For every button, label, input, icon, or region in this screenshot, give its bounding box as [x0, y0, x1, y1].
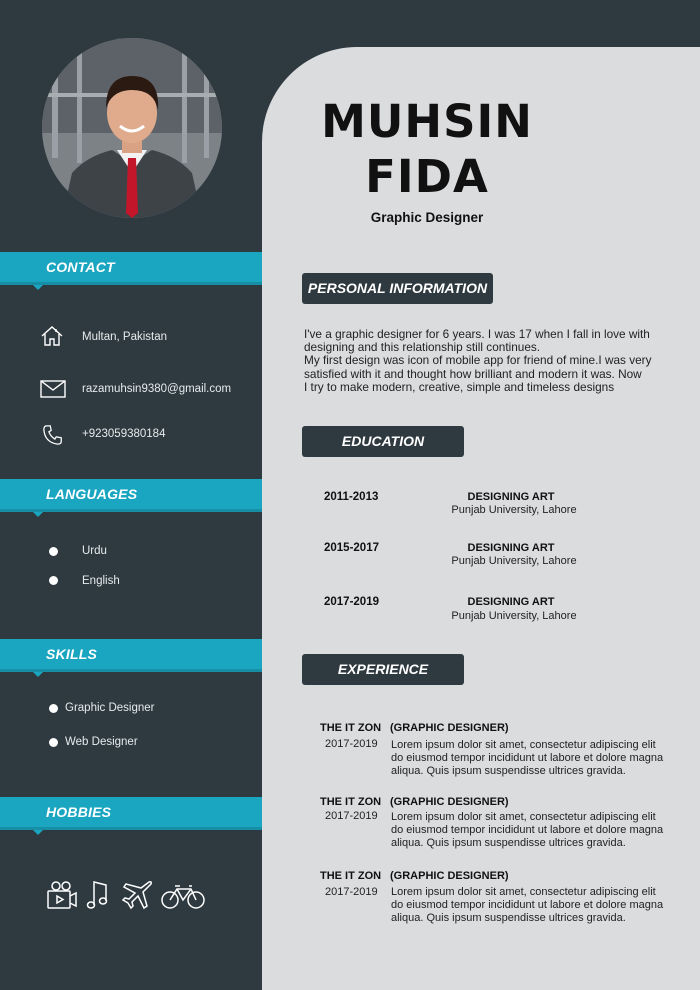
experience-line: aliqua. Quis ipsum suspendisse ultrices …: [391, 837, 626, 850]
airplane-icon: [121, 878, 155, 917]
education-title: DESIGNING ART: [467, 491, 555, 503]
experience-heading: EXPERIENCE: [302, 654, 464, 685]
personal-info-line: I try to make modern, creative, simple a…: [304, 379, 615, 394]
education-years: 2017-2019: [324, 596, 379, 608]
experience-role: (GRAPHIC DESIGNER): [390, 796, 509, 808]
music-note-icon: [86, 879, 110, 916]
job-title: Graphic Designer: [370, 210, 484, 225]
hobbies-title: HOBBIES: [46, 804, 112, 820]
experience-line: Lorem ipsum dolor sit amet, consectetur …: [391, 739, 656, 751]
skill-bullet: [49, 704, 58, 713]
education-heading: EDUCATION: [302, 426, 464, 457]
education-title: DESIGNING ART: [467, 542, 555, 554]
portrait-illustration: [42, 38, 222, 218]
languages-header: LANGUAGES: [0, 479, 262, 517]
experience-years: 2017-2019: [325, 810, 378, 822]
experience-description: Lorem ipsum dolor sit amet, consectetur …: [391, 886, 691, 926]
personal-info-text: I've a graphic designer for 6 years. I w…: [304, 327, 652, 394]
education-years: 2011-2013: [324, 491, 379, 503]
bicycle-icon: [161, 883, 205, 914]
experience-company: THE IT ZON: [320, 796, 382, 808]
experience-line: do eiusmod tempor incididunt ut labore e…: [391, 824, 664, 837]
skills-title: SKILLS: [46, 646, 97, 662]
experience-line: aliqua. Quis ipsum suspendisse ultrices …: [391, 765, 626, 778]
personal-info-line: My first design was icon of mobile app f…: [304, 353, 652, 368]
education-years: 2015-2017: [324, 542, 379, 554]
experience-description: Lorem ipsum dolor sit amet, consectetur …: [391, 739, 691, 779]
skill-item: Web Designer: [65, 736, 138, 748]
experience-description: Lorem ipsum dolor sit amet, consectetur …: [391, 811, 691, 851]
contact-address: Multan, Pakistan: [82, 331, 168, 343]
skill-bullet: [49, 738, 58, 747]
education-place: Punjab University, Lahore: [451, 555, 577, 567]
language-item: Urdu: [82, 545, 107, 557]
experience-line: Lorem ipsum dolor sit amet, consectetur …: [391, 811, 656, 823]
education-place: Punjab University, Lahore: [451, 504, 577, 516]
first-name: MUHSIN: [321, 95, 533, 148]
profile-photo: [42, 38, 222, 218]
personal-info-line: satisfied with it and thought how brilli…: [304, 366, 642, 381]
language-bullet: [49, 576, 58, 585]
mail-icon: [40, 380, 66, 403]
contact-header: CONTACT: [0, 252, 262, 290]
education-title: DESIGNING ART: [467, 596, 555, 608]
skill-item: Graphic Designer: [65, 702, 155, 714]
experience-line: do eiusmod tempor incididunt ut labore e…: [391, 752, 664, 765]
contact-phone: +923059380184: [82, 428, 166, 440]
language-item: English: [82, 575, 120, 587]
experience-role: (GRAPHIC DESIGNER): [390, 722, 509, 734]
experience-company: THE IT ZON: [320, 870, 382, 882]
phone-icon: [42, 424, 64, 451]
language-bullet: [49, 547, 58, 556]
skills-header: SKILLS: [0, 639, 262, 677]
hobbies-header: HOBBIES: [0, 797, 262, 835]
video-camera-icon: [46, 878, 78, 915]
education-place: Punjab University, Lahore: [451, 610, 577, 622]
experience-company: THE IT ZON: [320, 722, 382, 734]
experience-line: aliqua. Quis ipsum suspendisse ultrices …: [391, 912, 626, 925]
personal-info-heading: PERSONAL INFORMATION: [302, 273, 493, 304]
experience-role: (GRAPHIC DESIGNER): [390, 870, 509, 882]
last-name: FIDA: [365, 150, 489, 203]
experience-line: do eiusmod tempor incididunt ut labore e…: [391, 899, 664, 912]
home-icon: [40, 324, 64, 353]
experience-years: 2017-2019: [325, 886, 378, 898]
experience-years: 2017-2019: [325, 738, 378, 750]
contact-title: CONTACT: [46, 259, 115, 275]
languages-title: LANGUAGES: [46, 486, 138, 502]
contact-email: razamuhsin9380@gmail.com: [82, 383, 232, 395]
experience-line: Lorem ipsum dolor sit amet, consectetur …: [391, 886, 656, 898]
